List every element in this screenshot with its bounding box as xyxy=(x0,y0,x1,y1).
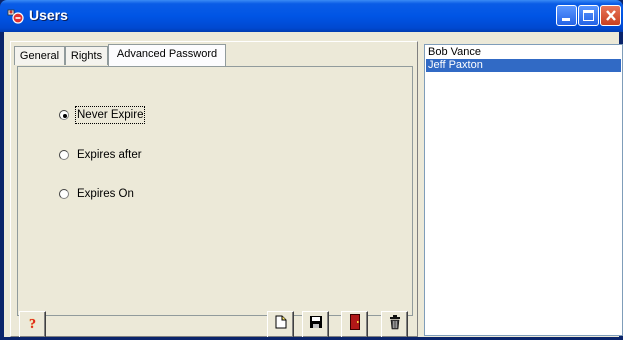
close-icon xyxy=(604,8,618,28)
radio-expires-on-circle[interactable] xyxy=(59,189,69,199)
exit-button[interactable] xyxy=(341,311,368,338)
window-client-area: General Rights Advanced Password Never E… xyxy=(4,32,623,338)
floppy-disk-icon xyxy=(309,315,323,334)
help-button[interactable]: ? xyxy=(19,311,46,338)
radio-expires-after-label: Expires after xyxy=(77,149,142,161)
users-app-icon xyxy=(7,8,24,24)
radio-expires-after-circle[interactable] xyxy=(59,150,69,160)
window-bottom-border xyxy=(0,337,623,340)
maximize-button[interactable] xyxy=(578,5,599,26)
radio-never-expire-label: Never Expire xyxy=(74,106,146,124)
window-title: Users xyxy=(29,7,68,23)
tab-rights[interactable]: Rights xyxy=(65,46,108,65)
tab-advanced-password-label: Advanced Password xyxy=(116,48,218,60)
list-item[interactable]: Jeff Paxton xyxy=(426,59,621,72)
trash-can-icon xyxy=(389,314,401,335)
tab-general[interactable]: General xyxy=(14,46,65,65)
user-name: Jeff Paxton xyxy=(428,59,483,71)
tab-general-label: General xyxy=(19,50,60,62)
question-mark-icon: ? xyxy=(29,316,36,332)
tab-rights-label: Rights xyxy=(70,50,103,62)
user-name: Bob Vance xyxy=(428,46,482,58)
minimize-button[interactable] xyxy=(556,5,577,26)
radio-expires-on-label: Expires On xyxy=(77,188,134,200)
save-button[interactable] xyxy=(302,311,329,338)
title-bar[interactable]: Users xyxy=(0,0,623,32)
new-button[interactable] xyxy=(267,311,294,338)
close-button[interactable] xyxy=(600,5,621,26)
door-exit-icon xyxy=(349,314,360,335)
new-document-icon xyxy=(275,315,287,334)
users-listbox[interactable]: Bob Vance Jeff Paxton xyxy=(424,44,623,336)
minimize-icon xyxy=(562,18,570,21)
radio-never-expire-circle[interactable] xyxy=(59,110,69,120)
list-item[interactable]: Bob Vance xyxy=(426,46,621,59)
delete-button[interactable] xyxy=(381,311,408,338)
tab-advanced-password[interactable]: Advanced Password xyxy=(108,44,226,66)
users-window: Users General Rights Advanced Password N… xyxy=(0,0,623,340)
maximize-icon xyxy=(583,10,594,21)
